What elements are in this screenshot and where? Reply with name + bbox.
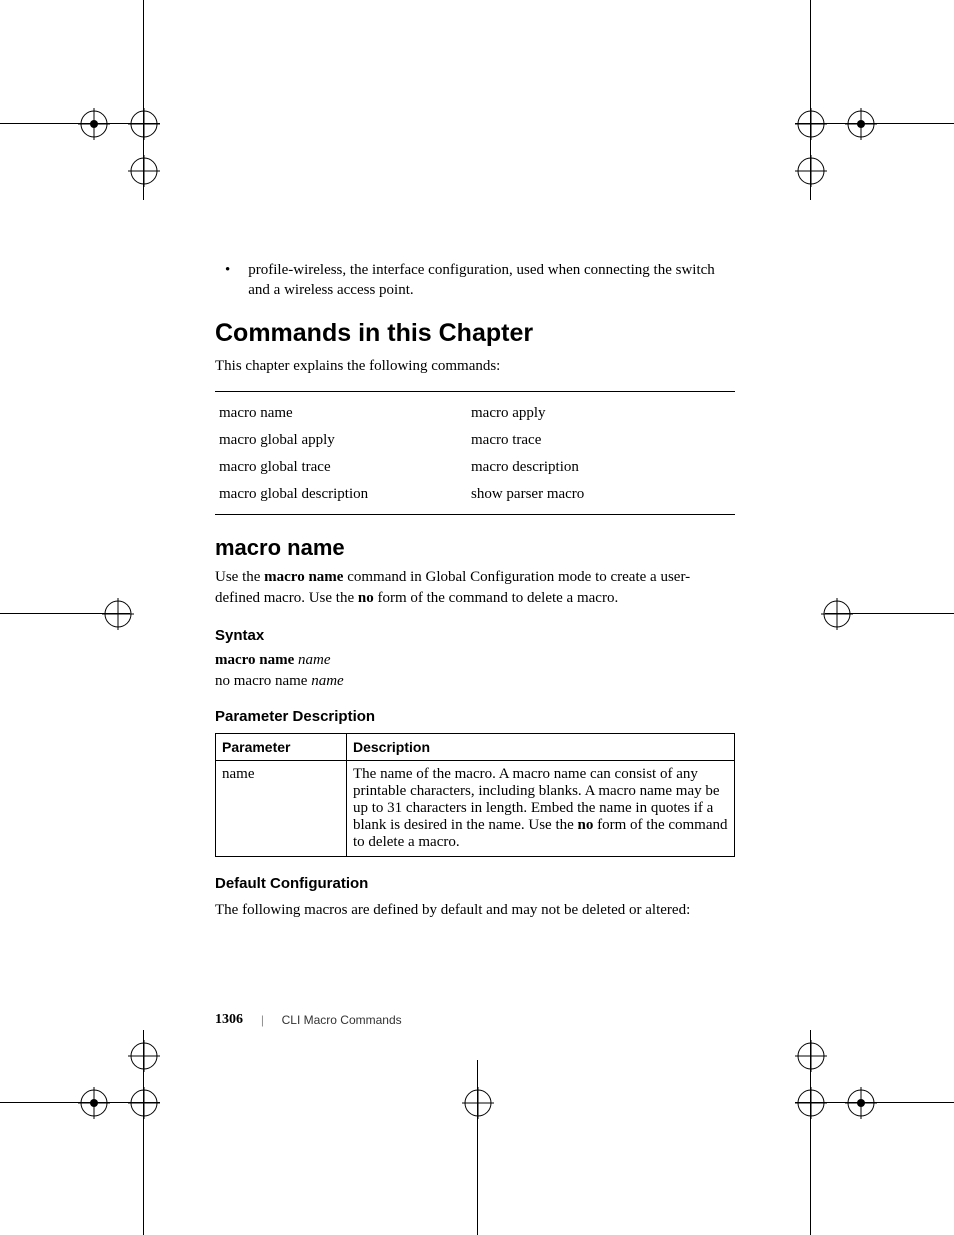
table-header-row: Parameter Description xyxy=(216,733,735,760)
registration-mark-icon xyxy=(128,108,160,140)
command-link[interactable]: macro global description xyxy=(219,486,471,503)
registration-mark-icon xyxy=(128,155,160,187)
footer-divider-icon: | xyxy=(261,1012,264,1028)
page-footer: 1306 | CLI Macro Commands xyxy=(215,1012,402,1028)
registration-mark-icon xyxy=(795,1040,827,1072)
command-link[interactable]: macro global apply xyxy=(219,432,471,449)
registration-mark-icon xyxy=(795,108,827,140)
param-name: name xyxy=(216,760,347,856)
registration-mark-icon xyxy=(462,1087,494,1119)
command-link[interactable]: macro description xyxy=(471,459,731,476)
syntax-command: no macro name xyxy=(215,673,311,689)
command-keyword: macro name xyxy=(264,569,343,585)
syntax-line: no macro name name xyxy=(215,673,735,690)
syntax-command: macro name xyxy=(215,652,294,668)
command-link[interactable]: show parser macro xyxy=(471,486,731,503)
registration-mark-icon xyxy=(128,1040,160,1072)
table-row: macro global apply macro trace xyxy=(215,427,735,454)
default-configuration-text: The following macros are defined by defa… xyxy=(215,900,735,921)
heading-parameter-description: Parameter Description xyxy=(215,708,735,725)
heading-default-configuration: Default Configuration xyxy=(215,875,735,892)
syntax-line: macro name name xyxy=(215,652,735,669)
bullet-item: • profile-wireless, the interface config… xyxy=(215,260,735,301)
param-description: The name of the macro. A macro name can … xyxy=(347,760,735,856)
command-keyword: no xyxy=(578,817,594,833)
registration-mark-icon xyxy=(821,598,853,630)
section-intro: Use the macro name command in Global Con… xyxy=(215,567,735,609)
bullet-dot-icon: • xyxy=(215,260,248,301)
command-link[interactable]: macro global trace xyxy=(219,459,471,476)
table-row: macro name macro apply xyxy=(215,400,735,427)
page-number: 1306 xyxy=(215,1012,243,1028)
heading-commands-intro: This chapter explains the following comm… xyxy=(215,356,735,377)
registration-mark-icon xyxy=(78,108,110,140)
syntax-arg: name xyxy=(298,652,331,668)
footer-section-title: CLI Macro Commands xyxy=(282,1013,402,1027)
registration-mark-icon xyxy=(102,598,134,630)
table-row: name The name of the macro. A macro name… xyxy=(216,760,735,856)
registration-mark-icon xyxy=(128,1087,160,1119)
heading-macro-name: macro name xyxy=(215,535,735,561)
column-header-parameter: Parameter xyxy=(216,733,347,760)
registration-mark-icon xyxy=(795,1087,827,1119)
table-row: macro global description show parser mac… xyxy=(215,481,735,508)
text: form of the command to delete a macro. xyxy=(374,590,619,606)
text: Use the xyxy=(215,569,264,585)
registration-mark-icon xyxy=(845,1087,877,1119)
registration-mark-icon xyxy=(78,1087,110,1119)
command-link[interactable]: macro name xyxy=(219,405,471,422)
command-link[interactable]: macro trace xyxy=(471,432,731,449)
registration-mark-icon xyxy=(845,108,877,140)
parameter-table: Parameter Description name The name of t… xyxy=(215,733,735,857)
command-link[interactable]: macro apply xyxy=(471,405,731,422)
command-keyword: no xyxy=(358,590,374,606)
page-content: • profile-wireless, the interface config… xyxy=(215,260,735,931)
heading-syntax: Syntax xyxy=(215,627,735,644)
commands-table: macro name macro apply macro global appl… xyxy=(215,391,735,515)
syntax-arg: name xyxy=(311,673,344,689)
column-header-description: Description xyxy=(347,733,735,760)
table-row: macro global trace macro description xyxy=(215,454,735,481)
registration-mark-icon xyxy=(795,155,827,187)
heading-commands: Commands in this Chapter xyxy=(215,319,735,348)
bullet-text: profile-wireless, the interface configur… xyxy=(248,260,735,301)
